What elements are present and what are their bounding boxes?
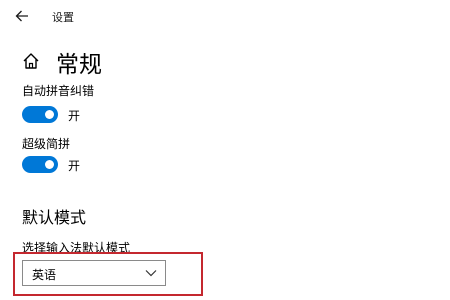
auto-pinyin-correction-label: 自动拼音纠错 [22,84,95,98]
super-abbreviation-label: 超级简拼 [22,137,71,151]
default-mode-section-title: 默认模式 [22,208,87,227]
super-abbreviation-toggle[interactable] [22,156,58,173]
super-abbreviation-state: 开 [68,159,81,173]
toggle-knob [45,160,54,169]
auto-pinyin-correction-toggle[interactable] [22,106,58,123]
back-button[interactable] [10,6,34,26]
home-icon [23,53,39,69]
toggle-knob [45,110,54,119]
chevron-down-icon [145,270,157,277]
auto-pinyin-correction-state: 开 [68,109,81,123]
dropdown-selected-value: 英语 [32,268,57,282]
default-mode-dropdown-label: 选择输入法默认模式 [22,241,131,255]
default-mode-dropdown[interactable]: 英语 [22,260,166,286]
back-arrow-icon [15,10,28,22]
title-bar: 设置 [0,0,450,32]
window-title: 设置 [52,11,74,24]
page-title: 常规 [56,52,102,78]
